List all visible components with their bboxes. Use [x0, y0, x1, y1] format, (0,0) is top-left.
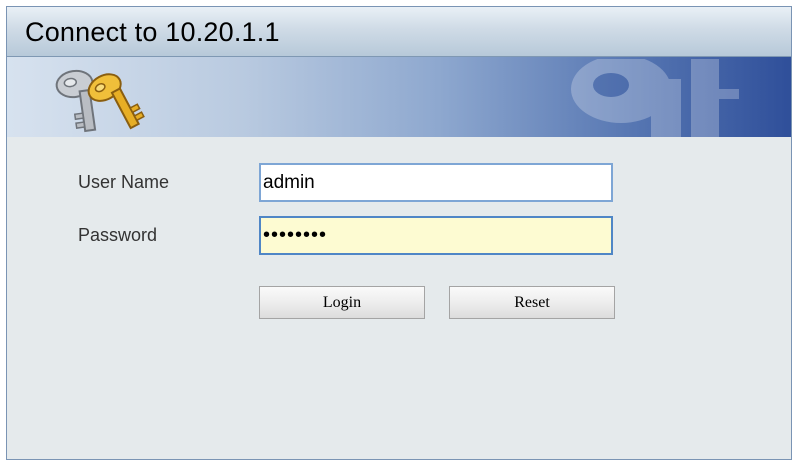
- login-dialog: Connect to 10.20.1.1 User Name admin Pas…: [6, 6, 792, 460]
- username-input[interactable]: [259, 163, 613, 202]
- username-label: User Name: [78, 172, 170, 192]
- keys-icon: [55, 69, 145, 133]
- password-input[interactable]: [259, 216, 613, 255]
- banner-keys-watermark: [571, 59, 739, 137]
- dialog-title: Connect to 10.20.1.1: [25, 17, 280, 47]
- login-button[interactable]: Login: [259, 286, 425, 319]
- password-label: Password: [78, 225, 158, 245]
- reset-button[interactable]: Reset: [449, 286, 615, 319]
- dialog-title-bar: Connect to 10.20.1.1: [7, 7, 791, 57]
- banner: [7, 57, 791, 137]
